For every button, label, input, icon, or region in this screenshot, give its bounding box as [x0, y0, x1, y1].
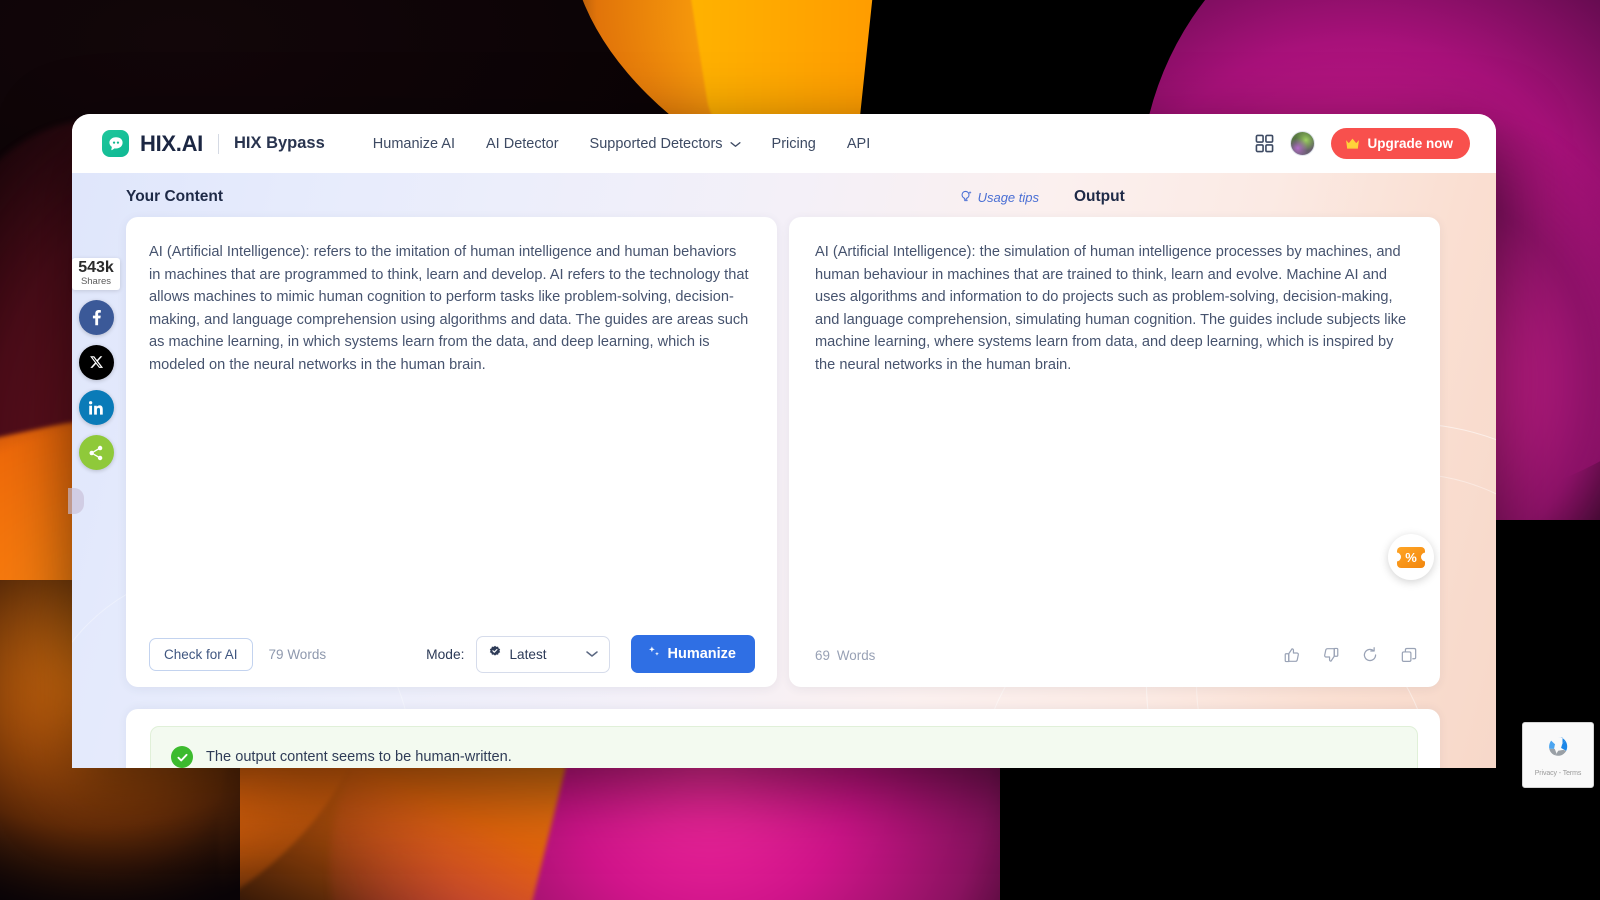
- result-banner: The output content seems to be human-wri…: [150, 726, 1418, 768]
- upgrade-now-button[interactable]: Upgrade now: [1331, 128, 1470, 159]
- output-word-count: 69 Words: [815, 648, 875, 663]
- nav-item-humanize-ai[interactable]: Humanize AI: [373, 136, 455, 152]
- recaptcha-widget[interactable]: Privacy - Terms: [1522, 722, 1594, 788]
- nav-item-label: Supported Detectors: [589, 135, 723, 152]
- input-panel-footer: Check for AI 79 Words Mode: Latest Human…: [126, 621, 777, 687]
- share-nodes-icon: [89, 445, 103, 460]
- output-actions: [1283, 646, 1418, 664]
- linkedin-share-button[interactable]: [78, 390, 114, 426]
- check-circle-icon: [171, 746, 193, 768]
- thumbs-down-icon[interactable]: [1322, 646, 1340, 664]
- mode-select[interactable]: Latest: [475, 635, 610, 673]
- check-for-ai-button[interactable]: Check for AI: [149, 637, 253, 671]
- input-word-count: 79 Words: [268, 646, 327, 662]
- crown-icon: [1345, 137, 1360, 151]
- result-message: The output content seems to be human-wri…: [206, 749, 512, 765]
- topbar-right-group: Upgrade now: [1255, 128, 1470, 159]
- copy-icon[interactable]: [1400, 646, 1418, 664]
- coupon-ticket-glyph: %: [1397, 546, 1425, 568]
- nav-item-api[interactable]: API: [847, 136, 870, 152]
- output-panel-footer: 69 Words: [789, 623, 1440, 687]
- share-rail-handle[interactable]: [68, 488, 84, 514]
- seal-badge-icon: [488, 645, 502, 664]
- share-count: 543k: [78, 259, 114, 276]
- facebook-icon: [92, 310, 101, 326]
- facebook-share-button[interactable]: [78, 300, 114, 336]
- humanize-button[interactable]: Humanize: [630, 635, 755, 673]
- linkedin-icon: [88, 400, 103, 415]
- social-share-rail: 543k Shares: [68, 258, 124, 514]
- share-count-label: Shares: [80, 275, 112, 287]
- output-heading: Output: [1074, 188, 1125, 205]
- brand-divider: [218, 133, 219, 154]
- share-count-box: 543k Shares: [72, 258, 120, 291]
- detection-result-card: The output content seems to be human-wri…: [126, 709, 1440, 768]
- nav-item-label: Humanize AI: [372, 135, 456, 152]
- nav-item-pricing[interactable]: Pricing: [772, 136, 816, 152]
- x-twitter-share-button[interactable]: [78, 345, 114, 381]
- sparkle-icon: [647, 645, 661, 663]
- output-word-label: Words: [836, 647, 876, 663]
- recaptcha-privacy-terms-label[interactable]: Privacy - Terms: [1535, 770, 1582, 777]
- usage-tips-label: Usage tips: [977, 189, 1039, 205]
- mode-value: Latest: [509, 646, 547, 662]
- output-text[interactable]: AI (Artificial Intelligence): the simula…: [789, 217, 1440, 623]
- nav-item-supported-detectors[interactable]: Supported Detectors: [590, 136, 741, 152]
- app-window: HIX.AI HIX Bypass Humanize AI AI Detecto…: [72, 114, 1496, 768]
- product-name: HIX Bypass: [234, 134, 325, 152]
- generic-share-button[interactable]: [78, 435, 114, 471]
- your-content-heading: Your Content: [126, 188, 224, 205]
- input-panel: AI (Artificial Intelligence): refers to …: [126, 217, 777, 687]
- nav-item-label: Pricing: [771, 135, 816, 152]
- output-panel: AI (Artificial Intelligence): the simula…: [789, 217, 1440, 687]
- user-avatar[interactable]: [1290, 131, 1316, 156]
- nav-item-label: AI Detector: [486, 135, 559, 152]
- mode-label: Mode:: [426, 646, 465, 662]
- editor-panels: AI (Artificial Intelligence): refers to …: [72, 217, 1496, 687]
- usage-tips-link[interactable]: Usage tips: [959, 189, 1039, 206]
- nav-item-label: API: [846, 135, 871, 152]
- regenerate-icon[interactable]: [1361, 646, 1379, 664]
- nav-item-ai-detector[interactable]: AI Detector: [486, 136, 559, 152]
- brand-logo[interactable]: HIX.AI HIX Bypass: [102, 130, 325, 157]
- top-navigation-bar: HIX.AI HIX Bypass Humanize AI AI Detecto…: [72, 114, 1496, 173]
- discount-percent-icon[interactable]: %: [1388, 534, 1434, 580]
- section-heading-row: Your Content Usage tips Output: [72, 173, 1496, 217]
- lightbulb-sparkle-icon: [959, 189, 973, 206]
- main-nav: Humanize AI AI Detector Supported Detect…: [373, 136, 870, 152]
- chevron-down-icon: [585, 645, 598, 663]
- x-twitter-icon: [89, 356, 103, 369]
- thumbs-up-icon[interactable]: [1283, 646, 1301, 664]
- brand-name: HIX.AI: [140, 130, 203, 156]
- chat-bubble-face-icon: [102, 130, 129, 157]
- upgrade-now-label: Upgrade now: [1367, 136, 1453, 151]
- chevron-down-icon: [729, 136, 741, 152]
- input-scrollbar[interactable]: [767, 235, 771, 617]
- recaptcha-logo-icon: [1543, 733, 1573, 768]
- output-word-number: 69: [815, 647, 830, 663]
- output-heading-group: Usage tips Output: [959, 188, 1496, 206]
- input-textarea[interactable]: AI (Artificial Intelligence): refers to …: [126, 217, 777, 621]
- humanize-label: Humanize: [667, 646, 737, 662]
- page-body: Your Content Usage tips Output AI (Artif…: [72, 173, 1496, 768]
- mode-group: Mode: Latest Humanize: [426, 635, 755, 673]
- grid-apps-icon[interactable]: [1255, 134, 1274, 153]
